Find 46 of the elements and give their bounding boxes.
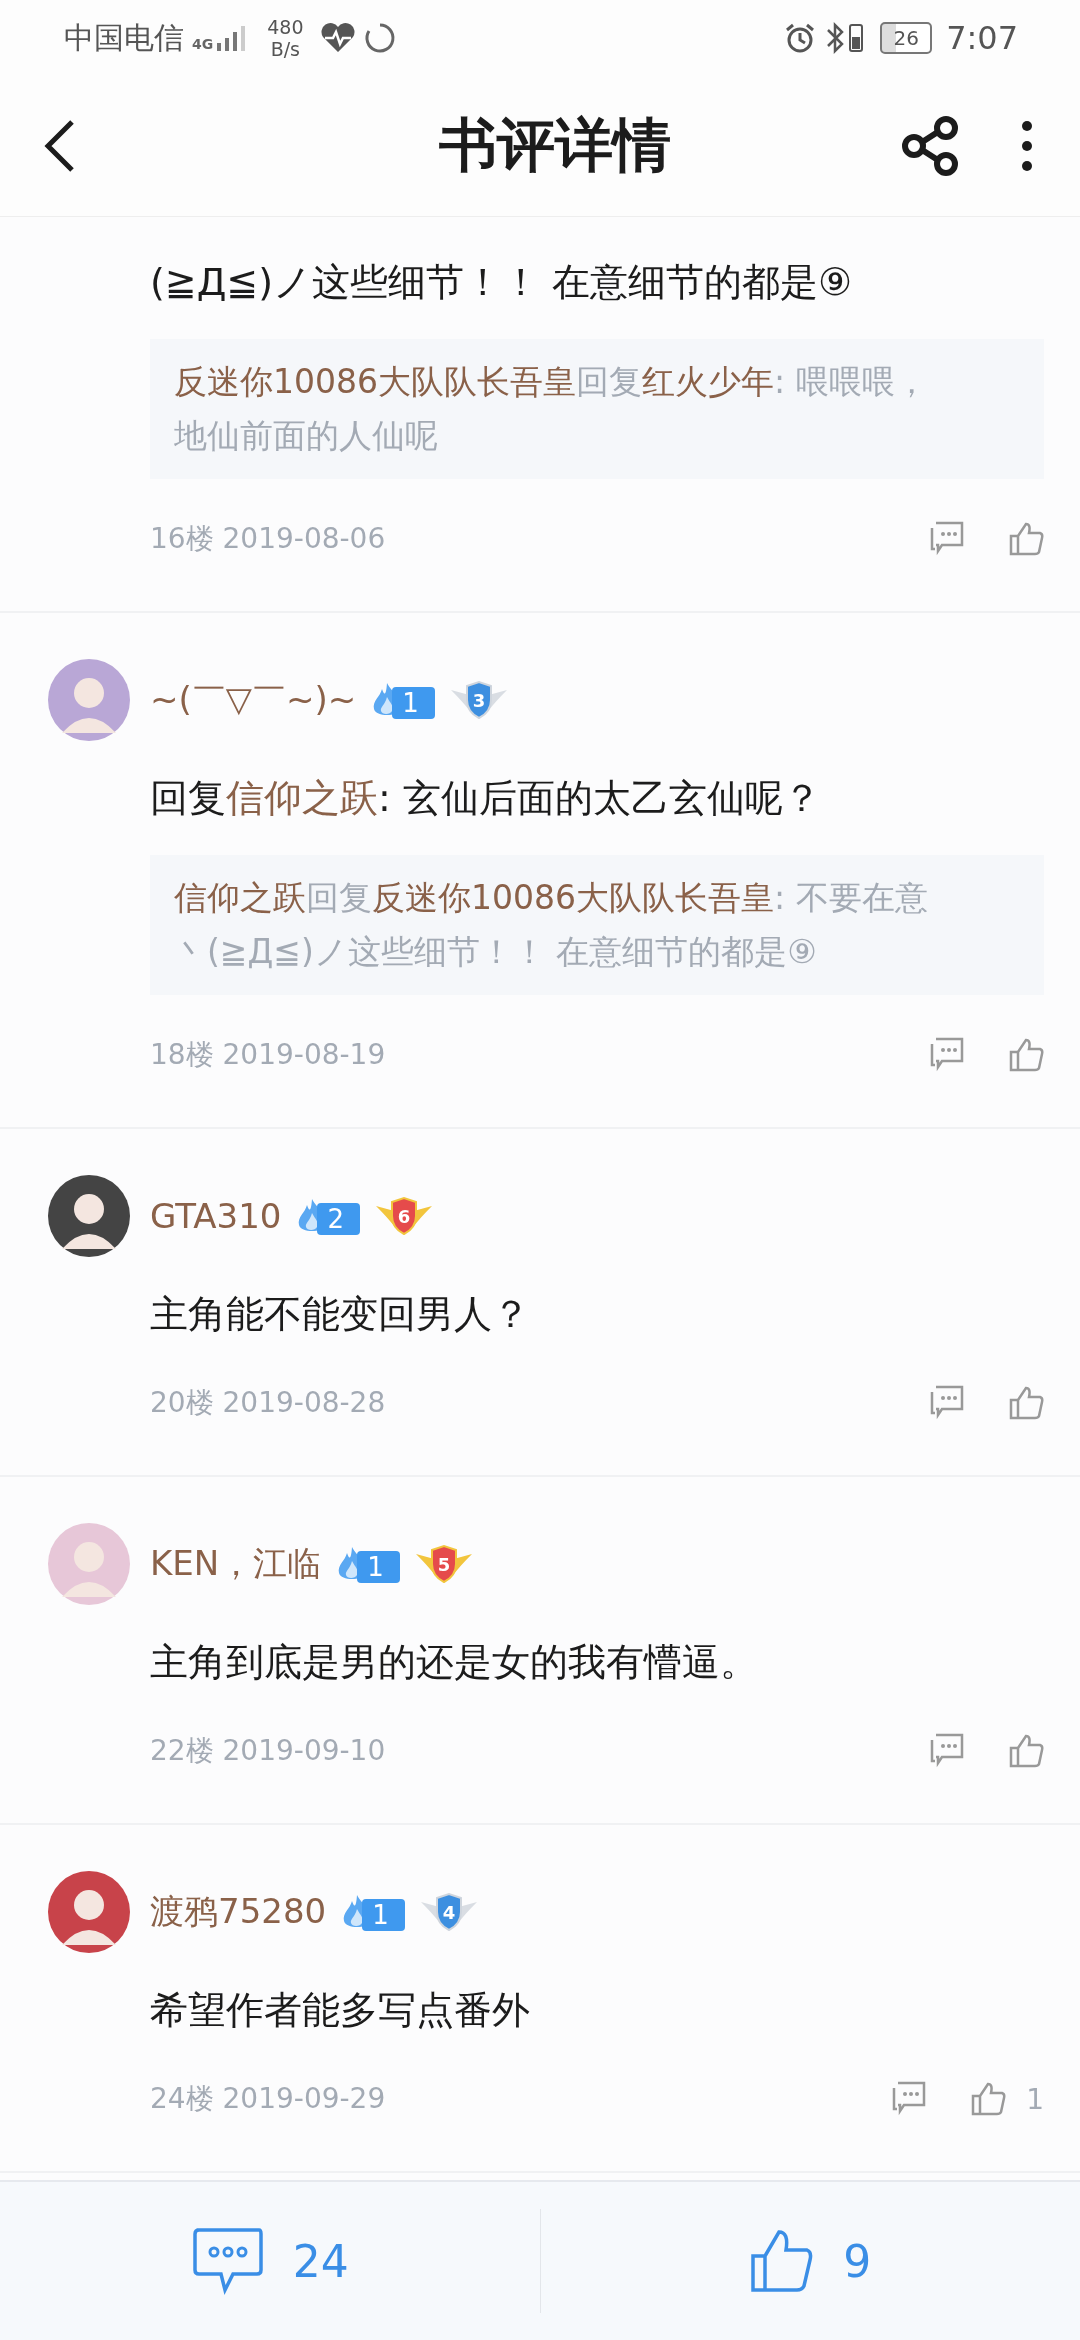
quoted-reply: 反迷你10086大队队长吾皇回复红火少年: 喂喂喂，地仙前面的人仙呢 (150, 339, 1044, 479)
like-icon[interactable] (1008, 1385, 1044, 1421)
like-icon[interactable] (1008, 1037, 1044, 1073)
rank-badge: 5 (413, 1544, 474, 1584)
comment-text: 主角能不能变回男人？ (150, 1291, 531, 1338)
comment-icon[interactable] (928, 1733, 966, 1769)
comment-text: 希望作者能多写点番外 (150, 1987, 531, 2034)
loading-icon (363, 22, 396, 54)
avatar[interactable] (48, 1871, 130, 1953)
floor-and-date: 24楼 2019-09-29 (150, 2081, 386, 2117)
heart-icon (319, 22, 356, 54)
speed-unit: B/s (270, 38, 301, 60)
username[interactable]: KEN，江临 (150, 1541, 322, 1587)
quoted-reply: 信仰之跃回复反迷你10086大队队长吾皇: 不要在意丶(≧Д≦)ノ这些细节！！ 在意细节的都是⑨ (150, 855, 1044, 995)
comments-button[interactable]: 24 (0, 2225, 540, 2297)
username[interactable]: ~(￣▽￣~)~ (150, 677, 357, 723)
like-button[interactable]: 9 (540, 2227, 1080, 2295)
floor-and-date: 22楼 2019-09-10 (150, 1733, 386, 1769)
floor-and-date: 20楼 2019-08-28 (150, 1385, 386, 1421)
rank-badge: 4 (418, 1892, 479, 1932)
alarm-icon (784, 22, 817, 54)
network-type: 4G (192, 36, 214, 52)
rank-badge: 6 (373, 1196, 434, 1236)
page-title: 书评详情 (438, 110, 672, 181)
like-icon[interactable] (970, 2081, 1007, 2117)
comment-text: 回复信仰之跃: 玄仙后面的太乙玄仙呢？ (150, 775, 822, 822)
username[interactable]: GTA310 (150, 1196, 282, 1236)
username[interactable]: 渡鸦75280 (150, 1889, 327, 1935)
floor-and-date: 16楼 2019-08-06 (150, 521, 386, 557)
battery-icon: 26 (880, 22, 933, 54)
clock: 7:07 (946, 19, 1018, 57)
comment-text: 主角到底是男的还是女的我有懵逼。 (150, 1639, 759, 1686)
avatar[interactable] (48, 1175, 130, 1257)
like-icon[interactable] (1008, 521, 1044, 557)
rank-badge: 3 (448, 680, 509, 720)
comment-text: (≧Д≦)ノ这些细节！！ 在意细节的都是⑨ (150, 259, 854, 306)
comment-icon[interactable] (928, 1037, 966, 1073)
like-icon[interactable] (1008, 1733, 1044, 1769)
like-count: 1 (1026, 2082, 1044, 2116)
floor-and-date: 18楼 2019-08-19 (150, 1037, 386, 1073)
comment-icon[interactable] (928, 521, 966, 557)
comment-icon (190, 2226, 265, 2296)
carrier: 中国电信 (64, 18, 184, 57)
comment-icon[interactable] (928, 1385, 966, 1421)
speed-value: 480 (267, 16, 304, 38)
reply-target-link[interactable]: 信仰之跃 (226, 776, 378, 820)
